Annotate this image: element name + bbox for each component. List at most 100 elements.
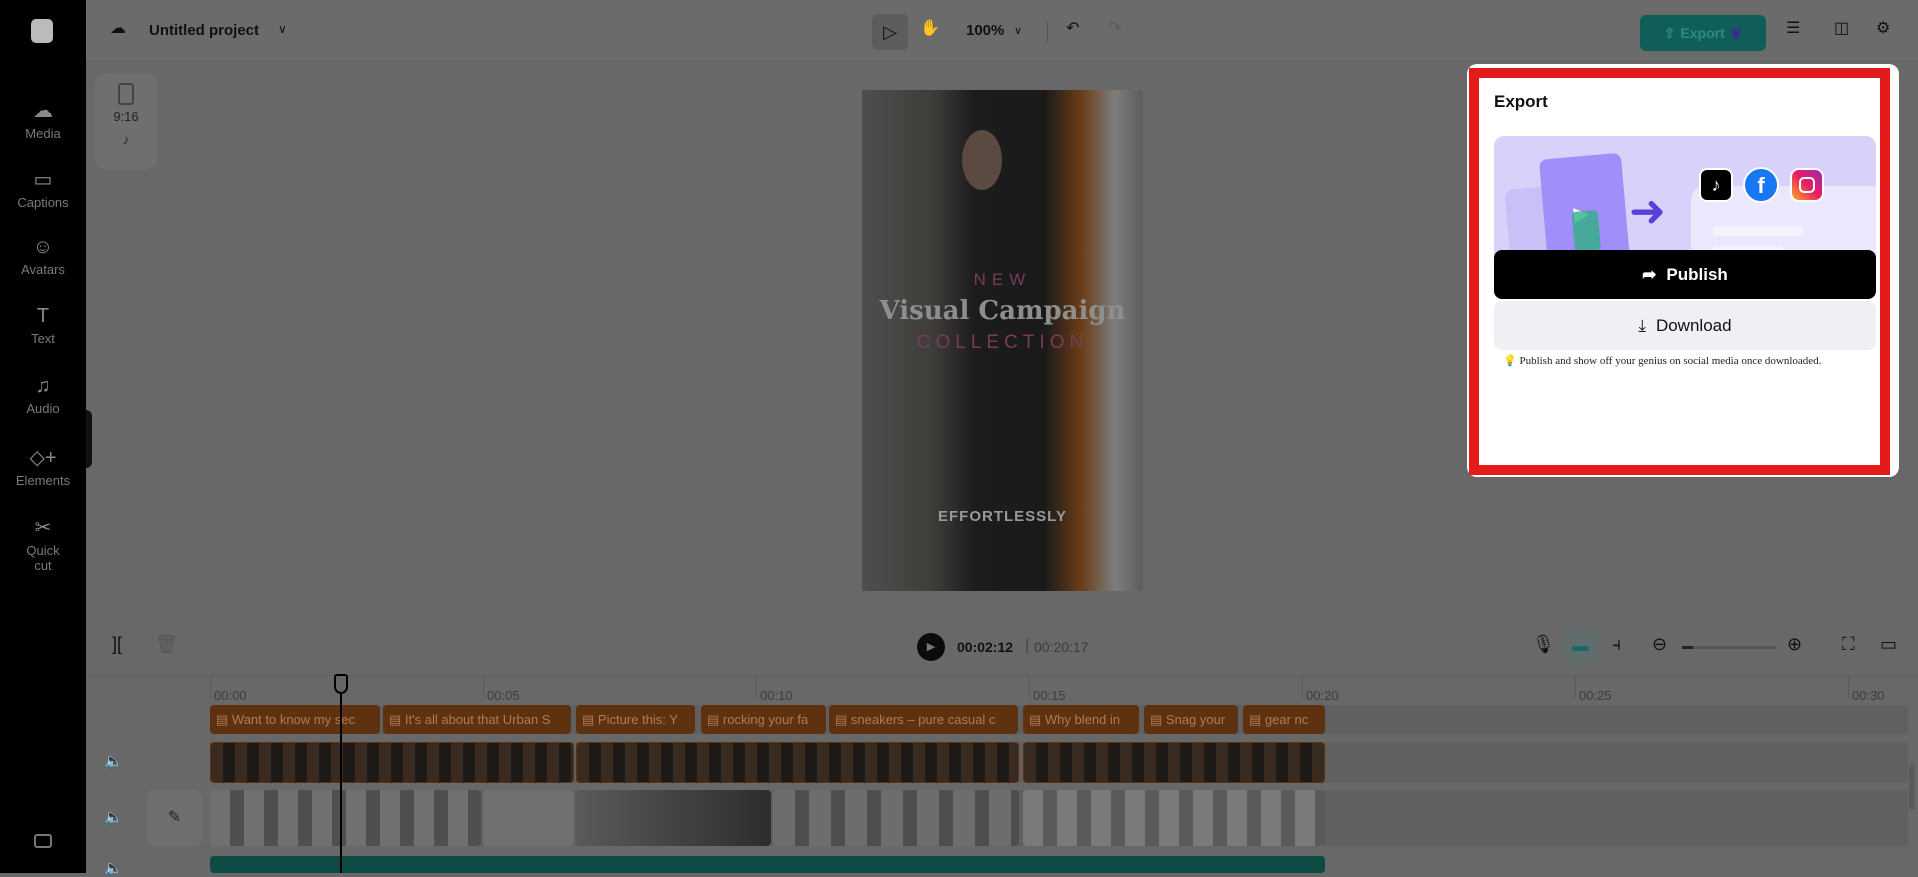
split-icon[interactable]: ][ [112,634,122,655]
caption-clip[interactable]: ▤ gear nc [1243,705,1325,734]
app-logo[interactable] [31,19,53,43]
export-panel: Export ▶ ➜ ♪ f ➦Publish ⤓Download 💡 Publ… [1467,64,1899,477]
microphone-icon[interactable]: 🎙 [1532,634,1555,655]
volume-icon[interactable]: 🔈 [104,859,123,877]
sidebar-item-media[interactable]: ☁ Media [0,98,86,141]
overlay-text-collection: COLLECTION [916,332,1089,353]
zoom-out-icon[interactable]: ⊖ [1652,634,1667,655]
caption-icon: ▤ [1150,712,1166,727]
caption-clip[interactable]: ▤ It's all about that Urban S [383,705,571,734]
zoom-level[interactable]: 100% [966,22,1004,39]
aspect-ratio-card[interactable]: 9:16 ♪ [95,73,157,169]
caption-text: Picture this: Y [597,712,678,727]
ruler-tick [210,676,211,698]
elements-icon: ◇+ [29,447,57,469]
zoom-in-icon[interactable]: ⊕ [1787,634,1802,655]
timeline-ruler[interactable]: 00:00 00:05 00:10 00:15 00:20 00:25 00:30 [86,675,1918,705]
ruler-label: 00:05 [487,688,520,703]
overlay-text-subtitle: EFFORTLESSLY [938,508,1067,525]
settings-icon[interactable]: ⚙ [1876,18,1890,38]
preview-icon[interactable]: ▭ [1880,634,1897,655]
publish-button[interactable]: ➦ Publish [1494,250,1876,299]
facebook-icon[interactable]: f [1743,167,1779,203]
avatar-icon: ☺ [32,236,54,258]
redo-icon[interactable]: ↷ [1108,18,1121,38]
video-clip[interactable] [1023,742,1325,783]
caption-clip[interactable]: ▤ Picture this: Y [576,705,695,734]
delete-icon[interactable]: 🗑 [155,634,178,655]
caption-text: gear nc [1264,712,1309,727]
video-preview[interactable]: NEW Visual Campaign COLLECTION EFFORTLES… [862,90,1143,591]
ruler-label: 00:25 [1579,688,1612,703]
sidebar-item-elements[interactable]: ◇+ Elements [0,445,86,488]
video-clip[interactable] [773,790,1019,846]
sidebar-item-audio[interactable]: ♫ Audio [0,375,86,416]
fullscreen-icon[interactable]: ⛶ [1842,634,1855,655]
ruler-tick [483,676,484,698]
sidebar-collapse-handle[interactable] [86,410,92,468]
ruler-tick [1848,676,1849,698]
caption-text: Want to know my sec [231,712,355,727]
audio-clip[interactable] [210,856,1325,873]
share-icon: ➦ [1642,264,1657,284]
auto-snap-button[interactable]: ▬ [1563,630,1598,664]
video-clip[interactable] [1023,790,1325,846]
caption-clip[interactable]: ▤ rocking your fa [701,705,826,734]
hand-tool-icon[interactable]: ✋ [920,18,940,38]
playhead-handle[interactable] [334,674,348,694]
layers-icon[interactable]: ☰ [1786,18,1800,38]
caption-icon: ▤ [1029,712,1045,727]
tiktok-icon[interactable]: ♪ [1699,168,1733,202]
zoom-chevron-icon[interactable]: ∨ [1014,24,1022,37]
video-clip[interactable] [210,742,574,783]
export-button[interactable]: ⇪ Export ♛ [1640,15,1766,51]
keyboard-icon[interactable] [34,834,52,848]
captions-icon: ▭ [33,169,53,191]
divider [1047,22,1048,42]
instagram-icon[interactable] [1790,168,1824,202]
project-title[interactable]: Untitled project [149,22,259,39]
aspect-ratio-label: 9:16 [113,109,139,124]
caption-icon: ▤ [216,712,232,727]
video-clip[interactable] [483,790,574,846]
select-tool-icon[interactable]: ▷ [872,14,908,50]
caption-icon: ▤ [389,712,405,727]
caption-text: It's all about that Urban S [404,712,551,727]
playhead[interactable] [340,676,342,873]
undo-icon[interactable]: ↶ [1066,18,1079,38]
sidebar-item-captions[interactable]: ▭ Captions [0,167,86,210]
download-icon: ⤓ [1638,315,1646,335]
overlay-text-new: NEW [973,270,1032,289]
music-icon: ♫ [35,375,51,397]
download-button[interactable]: ⤓ Download [1494,301,1876,350]
play-button[interactable]: ▶ [917,633,945,661]
ruler-tick [756,676,757,698]
video-clip[interactable] [576,742,1019,783]
caption-clip[interactable]: ▤ Snag your [1144,705,1238,734]
edit-track-button[interactable]: ✎ [147,790,202,846]
zoom-slider[interactable] [1682,646,1776,649]
caption-clip[interactable]: ▤ sneakers – pure casual c [829,705,1018,734]
align-icon[interactable]: ⫞ [1612,634,1621,655]
export-note: 💡 Publish and show off your genius on so… [1503,355,1822,367]
caption-clip[interactable]: ▤ Why blend in [1023,705,1139,734]
ruler-label: 00:10 [760,688,793,703]
panel-toggle-icon[interactable]: ◫ [1834,18,1849,38]
video-clip[interactable] [576,790,771,846]
chevron-down-icon[interactable]: ∨ [278,22,287,36]
lightbulb-icon: 💡 [1503,355,1517,367]
timeline-scrollbar[interactable] [1909,765,1915,810]
video-clip[interactable] [210,790,481,846]
sidebar-item-text[interactable]: T Text [0,305,86,346]
caption-text: rocking your fa [722,712,809,727]
caption-text: Why blend in [1044,712,1121,727]
ruler-label: 00:20 [1306,688,1339,703]
volume-icon[interactable]: 🔈 [104,752,123,770]
sidebar-item-avatars[interactable]: ☺ Avatars [0,236,86,277]
cloud-upload-icon: ☁ [33,100,53,122]
volume-icon[interactable]: 🔈 [104,808,123,826]
crown-icon: ♛ [1729,24,1743,41]
phone-icon [118,83,134,105]
sidebar-item-quick-cut[interactable]: ✂ Quick cut [0,515,86,573]
caption-clip[interactable]: ▤ Want to know my sec [210,705,380,734]
